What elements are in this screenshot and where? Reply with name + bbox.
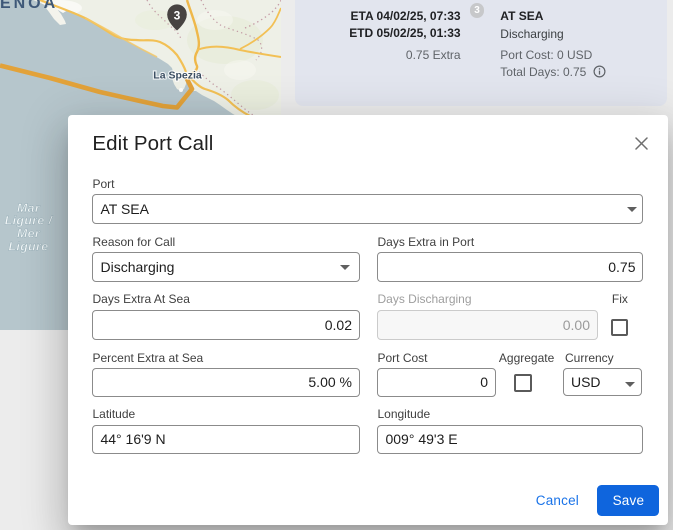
svg-text:Ligure: Ligure: [9, 240, 49, 254]
svg-text:Ligure /: Ligure /: [5, 214, 54, 228]
svg-text:3: 3: [174, 9, 181, 23]
svg-text:Mer: Mer: [17, 227, 41, 241]
svg-text:GENOA: GENOA: [0, 0, 58, 12]
svg-text:La Spezia: La Spezia: [153, 70, 202, 82]
